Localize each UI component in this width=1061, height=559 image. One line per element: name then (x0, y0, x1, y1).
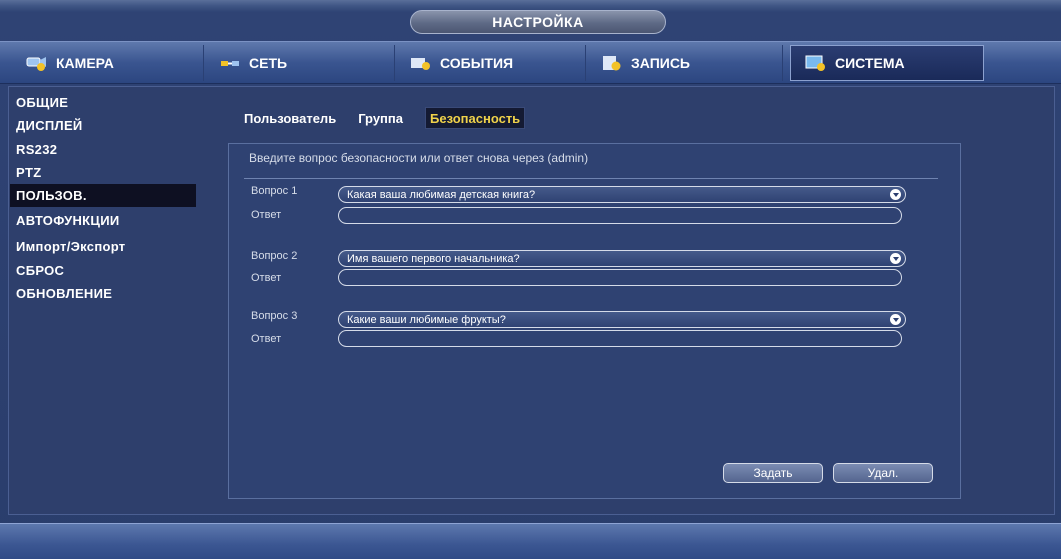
camera-icon (26, 54, 48, 72)
question-2-select[interactable]: Имя вашего первого начальника? (338, 250, 906, 267)
answer-1-label: Ответ (251, 209, 282, 221)
subtab-user[interactable]: Пользователь (244, 107, 336, 129)
main-tab-bar: КАМЕРА СЕТЬ СОБЫТИЯ ЗАПИСЬ СИСТЕМА (0, 41, 1061, 84)
answer-2-input[interactable] (338, 269, 902, 286)
question-2-label: Вопрос 2 (251, 250, 298, 262)
settings-screen: НАСТРОЙКА КАМЕРА СЕТЬ СОБЫТИЯ ЗАПИСЬ СИС… (0, 0, 1061, 559)
sidebar-item-general[interactable]: ОБЩИЕ (10, 92, 196, 113)
security-intro-text: Введите вопрос безопасности или ответ сн… (249, 151, 589, 165)
network-icon (219, 54, 241, 72)
sidebar-item-reset[interactable]: СБРОС (10, 259, 196, 282)
question-1-value: Какая ваша любимая детская книга? (347, 188, 536, 201)
sidebar-item-users[interactable]: ПОЛЬЗОВ. (10, 184, 196, 207)
question-3-value: Какие ваши любимые фрукты? (347, 313, 506, 326)
set-button[interactable]: Задать (723, 463, 823, 483)
chevron-down-icon (890, 253, 901, 264)
chevron-down-icon (890, 189, 901, 200)
sidebar-item-ptz[interactable]: PTZ (10, 161, 196, 184)
sidebar: ОБЩИЕ ДИСПЛЕЙ RS232 PTZ ПОЛЬЗОВ. АВТОФУН… (10, 92, 196, 305)
tab-network[interactable]: СЕТЬ (205, 45, 395, 81)
sidebar-item-display[interactable]: ДИСПЛЕЙ (10, 113, 196, 138)
tab-events[interactable]: СОБЫТИЯ (396, 45, 586, 81)
sidebar-item-update[interactable]: ОБНОВЛЕНИЕ (10, 282, 196, 305)
window-title: НАСТРОЙКА (410, 10, 666, 34)
user-subtabs: Пользователь Группа Безопасность (244, 107, 526, 131)
subtab-security[interactable]: Безопасность (425, 107, 526, 129)
tab-system[interactable]: СИСТЕМА (790, 45, 984, 81)
question-1-label: Вопрос 1 (251, 185, 298, 197)
tab-camera-label: КАМЕРА (56, 55, 114, 71)
tab-record[interactable]: ЗАПИСЬ (587, 45, 783, 81)
sidebar-item-rs232[interactable]: RS232 (10, 138, 196, 161)
tab-camera[interactable]: КАМЕРА (12, 45, 204, 81)
record-icon (601, 54, 623, 72)
answer-1-input[interactable] (338, 207, 902, 224)
events-icon (410, 54, 432, 72)
tab-system-label: СИСТЕМА (835, 55, 905, 71)
question-3-select[interactable]: Какие ваши любимые фрукты? (338, 311, 906, 328)
sidebar-item-autofunctions[interactable]: АВТОФУНКЦИИ (10, 207, 196, 233)
divider (244, 178, 938, 179)
delete-button[interactable]: Удал. (833, 463, 933, 483)
tab-network-label: СЕТЬ (249, 55, 288, 71)
answer-3-label: Ответ (251, 333, 282, 345)
tab-events-label: СОБЫТИЯ (440, 55, 514, 71)
sidebar-item-import-export[interactable]: Импорт/Экспорт (10, 233, 196, 259)
answer-2-label: Ответ (251, 272, 282, 284)
subtab-group[interactable]: Группа (358, 107, 403, 129)
chevron-down-icon (890, 314, 901, 325)
system-icon (805, 54, 827, 72)
question-3-label: Вопрос 3 (251, 310, 298, 322)
question-1-select[interactable]: Какая ваша любимая детская книга? (338, 186, 906, 203)
tab-record-label: ЗАПИСЬ (631, 55, 690, 71)
answer-3-input[interactable] (338, 330, 902, 347)
bottom-bar (0, 523, 1061, 559)
question-2-value: Имя вашего первого начальника? (347, 252, 520, 265)
